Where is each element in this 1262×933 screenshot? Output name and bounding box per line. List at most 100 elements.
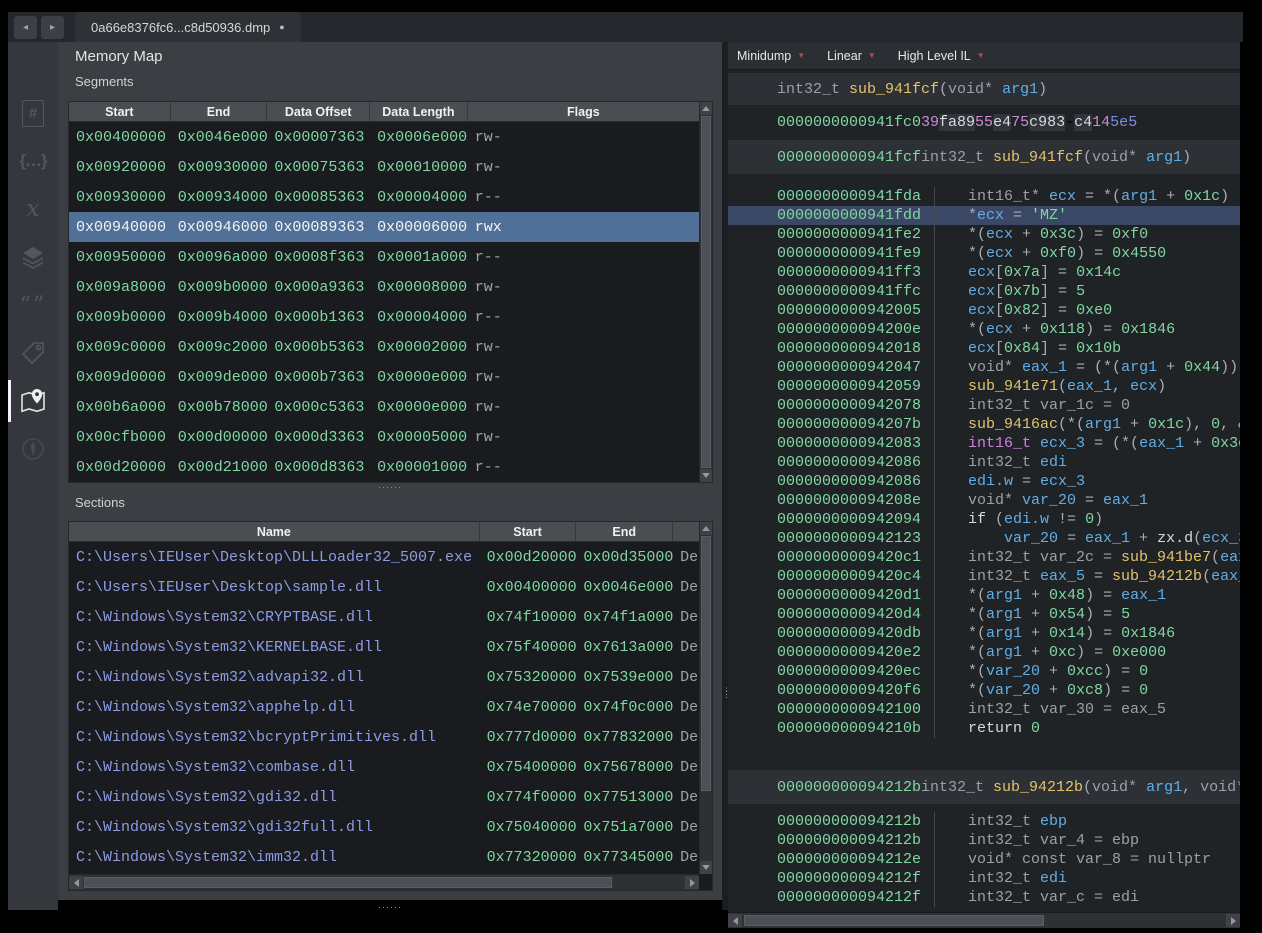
segment-row[interactable]: 0x00cfb0000x00d000000x000d33630x00005000… — [69, 422, 699, 452]
segment-row[interactable]: 0x009300000x009340000x000853630x00004000… — [69, 182, 699, 212]
section-row[interactable]: C:\Users\IEUser\Desktop\DLLLoader32_5007… — [69, 542, 699, 572]
code-line[interactable]: 00000000009420d4*(arg1 + 0x54) = 5 — [728, 605, 1240, 624]
section-row[interactable]: C:\Windows\System32\advapi32.dll0x753200… — [69, 662, 699, 692]
nav-forward-button[interactable]: ▸ — [41, 16, 64, 39]
column-header[interactable]: Data Length — [370, 102, 468, 121]
variable-x-icon[interactable]: x — [8, 185, 58, 233]
code-line[interactable]: 00000000009420ec*(var_20 + 0xcc) = 0 — [728, 662, 1240, 681]
column-header[interactable]: Start — [480, 522, 577, 541]
scrollbar-handle[interactable] — [701, 116, 711, 468]
code-line[interactable]: 0000000000942083int16_t ecx_3 = (*(eax_1… — [728, 434, 1240, 453]
code-line[interactable]: 0000000000941fdd*ecx = 'MZ' — [728, 206, 1240, 225]
code-line[interactable]: 0000000000941ffcecx[0x7b] = 5 — [728, 282, 1240, 301]
code-line[interactable]: 0000000000942086int32_t edi — [728, 453, 1240, 472]
code-line[interactable]: 0000000000942123var_20 = eax_1 + zx.d(ec… — [728, 529, 1240, 548]
sections-horizontal-scrollbar[interactable] — [69, 874, 699, 890]
quotes-icon[interactable]: “” — [8, 281, 58, 329]
code-line[interactable]: 000000000094200e*(ecx + 0x118) = 0x1846 — [728, 320, 1240, 339]
section-row[interactable]: C:\Windows\System32\CRYPTBASE.dll0x74f10… — [69, 602, 699, 632]
scrollbar-handle[interactable] — [744, 915, 1044, 926]
layers-icon[interactable] — [8, 233, 58, 281]
code-line[interactable]: 000000000094210breturn 0 — [728, 719, 1240, 738]
code-line[interactable]: 000000000094212bint32_t ebp — [728, 812, 1240, 831]
section-row[interactable]: C:\Windows\System32\gdi32full.dll0x75040… — [69, 812, 699, 842]
section-row[interactable]: C:\Windows\System32\KERNELBASE.dll0x75f4… — [69, 632, 699, 662]
segment-row[interactable]: 0x009a80000x009b00000x000a93630x00008000… — [69, 272, 699, 302]
code-line[interactable]: 000000000094207bsub_9416ac(*(arg1 + 0x1c… — [728, 415, 1240, 434]
code-line[interactable]: 0000000000942078int32_t var_1c = 0 — [728, 396, 1240, 415]
section-row[interactable]: C:\Windows\System32\gdi32.dll0x774f00000… — [69, 782, 699, 812]
scroll-right-icon[interactable] — [685, 876, 699, 889]
code-line[interactable]: 00000000009420e2*(arg1 + 0xc) = 0xe000 — [728, 643, 1240, 662]
section-row[interactable]: C:\Windows\System32\bcryptPrimitives.dll… — [69, 722, 699, 752]
code-line[interactable]: 00000000009420c4int32_t eax_5 = sub_9421… — [728, 567, 1240, 586]
code-line[interactable]: 0000000000942094if (edi.w != 0) — [728, 510, 1240, 529]
function-header-band[interactable]: 000000000094212b int32_t sub_94212b(void… — [728, 770, 1240, 804]
section-row[interactable]: C:\Windows\System32\combase.dll0x7540000… — [69, 752, 699, 782]
code-line[interactable]: 000000000094212bint32_t var_4 = ebp — [728, 831, 1240, 850]
column-header[interactable]: End — [171, 102, 268, 121]
scroll-right-icon[interactable] — [1226, 914, 1240, 927]
code-line[interactable]: 00000000009420db*(arg1 + 0x14) = 0x1846 — [728, 624, 1240, 643]
scroll-left-icon[interactable] — [728, 914, 742, 927]
segments-vertical-scrollbar[interactable] — [699, 102, 712, 482]
panel-splitter-handle[interactable]: ······ — [378, 484, 402, 490]
code-line[interactable]: 0000000000941fdaint16_t* ecx = *(arg1 + … — [728, 187, 1240, 206]
segment-row[interactable]: 0x009d00000x009de0000x000b73630x0000e000… — [69, 362, 699, 392]
dropdown-minidump[interactable]: Minidump▼ — [737, 49, 805, 63]
segment-row[interactable]: 0x00b6a0000x00b780000x000c53630x0000e000… — [69, 392, 699, 422]
nav-back-button[interactable]: ◂ — [14, 16, 37, 39]
code-line[interactable]: 000000000094212evoid* const var_8 = null… — [728, 850, 1240, 869]
scroll-down-icon[interactable] — [700, 469, 712, 482]
code-line[interactable]: 0000000000942047void* eax_1 = (*(arg1 + … — [728, 358, 1240, 377]
column-header[interactable]: Data Offset — [267, 102, 370, 121]
code-line[interactable]: 0000000000942059sub_941e71(eax_1, ecx) — [728, 377, 1240, 396]
segment-row[interactable]: 0x009400000x009460000x000893630x00006000… — [69, 212, 699, 242]
column-header[interactable]: Start — [69, 102, 171, 121]
tag-icon[interactable] — [8, 329, 58, 377]
scroll-left-icon[interactable] — [69, 876, 83, 889]
panel-splitter-handle[interactable]: ······ — [378, 904, 402, 910]
segment-row[interactable]: 0x009500000x0096a0000x0008f3630x0001a000… — [69, 242, 699, 272]
scroll-up-icon[interactable] — [700, 522, 712, 535]
scrollbar-handle[interactable] — [701, 536, 711, 791]
dropdown-high-level-il[interactable]: High Level IL▼ — [898, 49, 985, 63]
scroll-up-icon[interactable] — [700, 102, 712, 115]
code-line[interactable]: 0000000000941ff3ecx[0x7a] = 0x14c — [728, 263, 1240, 282]
section-row[interactable]: C:\Windows\System32\imm32.dll0x773200000… — [69, 842, 699, 872]
column-header[interactable]: Name — [69, 522, 480, 541]
segment-row[interactable]: 0x009200000x009300000x000753630x00010000… — [69, 152, 699, 182]
dropdown-linear[interactable]: Linear▼ — [827, 49, 876, 63]
section-row[interactable]: C:\Windows\System32\apphelp.dll0x74e7000… — [69, 692, 699, 722]
code-line[interactable]: 000000000094212fint32_t var_c = edi — [728, 888, 1240, 907]
code-line[interactable]: 00000000009420c1int32_t var_2c = sub_941… — [728, 548, 1240, 567]
column-header[interactable]: End — [576, 522, 673, 541]
code-line[interactable]: 0000000000941fe2*(ecx + 0x3c) = 0xf0 — [728, 225, 1240, 244]
scrollbar-handle[interactable] — [84, 877, 612, 888]
column-header[interactable] — [673, 522, 699, 541]
scroll-down-icon[interactable] — [700, 861, 712, 874]
code-line[interactable]: 0000000000942100int32_t var_30 = eax_5 — [728, 700, 1240, 719]
sections-vertical-scrollbar[interactable] — [699, 522, 712, 874]
code-line[interactable]: 0000000000941fe9*(ecx + 0xf0) = 0x4550 — [728, 244, 1240, 263]
hex-bytes-line[interactable]: 0000000000941fc0 39 fa 89 55 e4 75 c9 83… — [728, 105, 1240, 140]
function-header-band[interactable]: 0000000000941fcf int32_t sub_941fcf(void… — [728, 140, 1240, 174]
compass-icon[interactable] — [8, 425, 58, 473]
code-line[interactable]: 00000000009420f6*(var_20 + 0xc8) = 0 — [728, 681, 1240, 700]
code-line[interactable]: 000000000094208evoid* var_20 = eax_1 — [728, 491, 1240, 510]
code-line[interactable]: 0000000000942018ecx[0x84] = 0x10b — [728, 339, 1240, 358]
segment-row[interactable]: 0x00d200000x00d210000x000d83630x00001000… — [69, 452, 699, 482]
file-tab[interactable]: 0a66e8376fc6...c8d50936.dmp ● — [75, 12, 301, 42]
function-signature-band[interactable]: int32_t sub_941fcf(void* arg1) — [728, 73, 1240, 105]
code-line[interactable]: 0000000000942005ecx[0x82] = 0xe0 — [728, 301, 1240, 320]
braces-icon[interactable]: {…} — [8, 137, 58, 185]
segment-row[interactable]: 0x009b00000x009b40000x000b13630x00004000… — [69, 302, 699, 332]
section-row[interactable]: C:\Users\IEUser\Desktop\sample.dll0x0040… — [69, 572, 699, 602]
linear-view-horizontal-scrollbar[interactable] — [728, 912, 1240, 928]
code-line[interactable]: 00000000009420d1*(arg1 + 0x48) = eax_1 — [728, 586, 1240, 605]
hash-document-icon[interactable]: # — [8, 89, 58, 137]
memory-map-icon[interactable] — [8, 377, 58, 425]
code-line[interactable]: 0000000000942086edi.w = ecx_3 — [728, 472, 1240, 491]
code-line[interactable]: 000000000094212fint32_t edi — [728, 869, 1240, 888]
segment-row[interactable]: 0x009c00000x009c20000x000b53630x00002000… — [69, 332, 699, 362]
